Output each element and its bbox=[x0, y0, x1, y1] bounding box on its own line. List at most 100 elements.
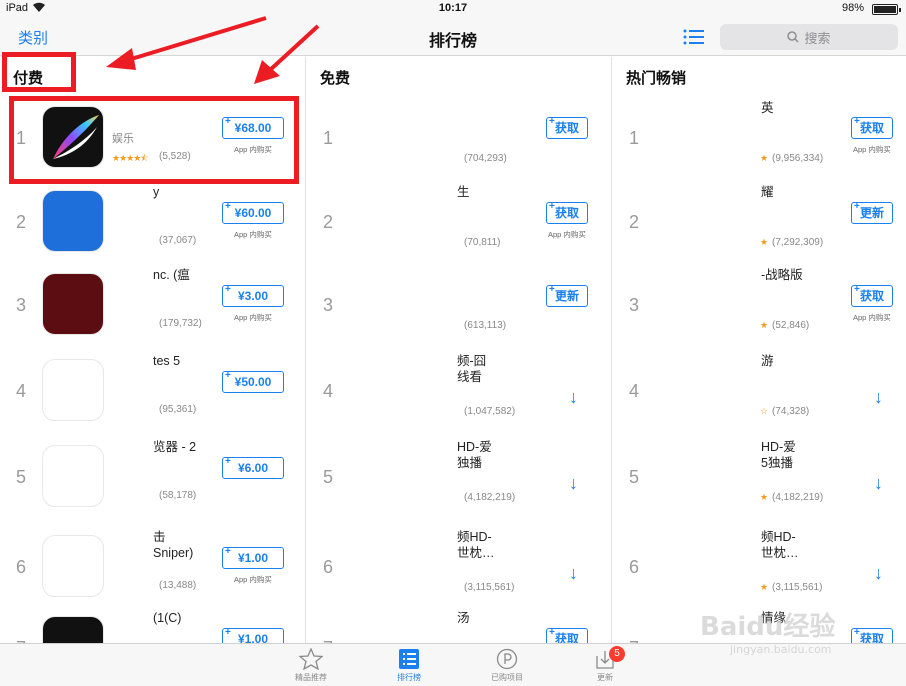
download-icon[interactable]: ↓ bbox=[874, 473, 883, 494]
clock: 10:17 bbox=[438, 2, 468, 14]
search-placeholder: 搜索 bbox=[804, 30, 831, 46]
rank-number: 5 bbox=[323, 467, 334, 487]
app-icon[interactable] bbox=[42, 535, 104, 597]
app-icon[interactable] bbox=[42, 445, 104, 507]
get-button[interactable]: + 更新 bbox=[546, 284, 588, 307]
get-button[interactable]: + 获取 bbox=[851, 627, 893, 643]
get-button[interactable]: + ¥60.00 bbox=[222, 201, 284, 224]
download-icon[interactable]: ↓ bbox=[569, 473, 578, 494]
chart-row[interactable]: 1 英 ★ (9,956,334) + 获取 App 内购买 bbox=[613, 95, 906, 181]
button-label: ¥1.00 bbox=[237, 551, 269, 565]
chart-row[interactable]: 6 频HD- 世枕… (3,115,561) ↓ bbox=[307, 524, 607, 610]
plus-icon: + bbox=[225, 546, 231, 557]
purchased-icon bbox=[496, 648, 518, 670]
plus-icon: + bbox=[854, 201, 860, 212]
chart-row[interactable]: 4 频-囧 线看 (1,047,582) ↓ bbox=[307, 348, 607, 434]
plus-icon: + bbox=[854, 284, 860, 295]
battery-percent: 98% bbox=[841, 2, 864, 14]
get-button[interactable]: + 获取 bbox=[546, 116, 588, 139]
button-label: ¥60.00 bbox=[234, 206, 272, 220]
tab-label: 排行榜 bbox=[397, 673, 421, 682]
get-button[interactable]: + 获取 bbox=[851, 284, 893, 307]
download-icon[interactable]: ↓ bbox=[569, 563, 578, 584]
column-divider bbox=[305, 57, 306, 643]
download-icon[interactable]: ↓ bbox=[569, 387, 578, 408]
chart-row[interactable]: 4 tes 5 (95,361) + ¥50.00 bbox=[0, 348, 305, 434]
chart-row[interactable]: 3 nc. (瘟 (179,732) + ¥3.00 App 内购买 bbox=[0, 262, 305, 348]
app-name: 频-囧 线看 bbox=[457, 354, 487, 384]
in-app-purchase-label: App 内购买 bbox=[853, 145, 891, 154]
chart-row[interactable]: 3 (613,113) + 更新 bbox=[307, 262, 607, 348]
app-name: 览器 - 2 bbox=[153, 440, 197, 454]
button-label: 获取 bbox=[554, 632, 579, 643]
button-label: 获取 bbox=[554, 121, 579, 135]
tab-purchased[interactable]: 已购项目 bbox=[472, 648, 542, 683]
rank-number: 4 bbox=[16, 381, 27, 401]
list-icon bbox=[399, 649, 419, 669]
button-label: ¥1.00 bbox=[237, 632, 269, 643]
chart-row[interactable]: 6 击 Sniper) (13,488) + ¥1.00 App 内购买 bbox=[0, 524, 305, 610]
in-app-purchase-label: App 内购买 bbox=[548, 230, 586, 239]
in-app-purchase-label: App 内购买 bbox=[853, 313, 891, 322]
button-label: 获取 bbox=[859, 632, 884, 643]
app-name: 英 bbox=[761, 101, 774, 115]
chart-row[interactable]: 1 娱乐 ★★★★⯪ (5,528) + ¥68.00 App 内购买 bbox=[0, 95, 305, 181]
chart-row[interactable]: 2 耀 ★ (7,292,309) + 更新 bbox=[613, 179, 906, 265]
chart-row[interactable]: 4 游 ☆ (74,328) ↓ bbox=[613, 348, 906, 434]
get-button[interactable]: + ¥1.00 bbox=[222, 546, 284, 569]
button-label: 获取 bbox=[859, 121, 884, 135]
tab-featured[interactable]: 精品推荐 bbox=[276, 648, 346, 683]
app-name: (1(C) bbox=[153, 611, 182, 625]
chart-row[interactable]: 1 (704,293) + 获取 bbox=[307, 95, 607, 181]
download-icon[interactable]: ↓ bbox=[874, 387, 883, 408]
rank-number: 2 bbox=[16, 212, 27, 232]
get-button[interactable]: + 获取 bbox=[851, 116, 893, 139]
app-icon[interactable] bbox=[42, 273, 104, 335]
chart-row[interactable]: 2 y (37,067) + ¥60.00 App 内购买 bbox=[0, 179, 305, 265]
chart-row[interactable]: 5 HD-爱 5独播 ★ (4,182,219) ↓ bbox=[613, 434, 906, 520]
get-button[interactable]: + ¥3.00 bbox=[222, 284, 284, 307]
review-count: (4,182,219) bbox=[464, 492, 516, 503]
chart-row[interactable]: 3 -战略版 ★ (52,846) + 获取 App 内购买 bbox=[613, 262, 906, 348]
review-count: (704,293) bbox=[464, 153, 507, 164]
app-icon[interactable] bbox=[42, 190, 104, 252]
get-button[interactable]: + 获取 bbox=[546, 627, 588, 643]
plus-icon: + bbox=[225, 284, 231, 295]
chart-row[interactable]: 5 HD-爱 独播 (4,182,219) ↓ bbox=[307, 434, 607, 520]
review-count: (9,956,334) bbox=[772, 153, 824, 164]
tab-updates[interactable]: 5 更新 bbox=[570, 646, 640, 683]
column-divider bbox=[611, 57, 612, 643]
list-view-icon[interactable] bbox=[683, 28, 705, 46]
rank-number: 6 bbox=[16, 557, 27, 577]
rank-number: 3 bbox=[16, 295, 27, 315]
in-app-purchase-label: App 内购买 bbox=[234, 145, 272, 154]
rank-number: 1 bbox=[16, 128, 27, 148]
chart-row[interactable]: 7(1(C)+¥1.00 bbox=[0, 605, 305, 643]
app-name: -战略版 bbox=[761, 268, 803, 282]
get-button[interactable]: + ¥68.00 bbox=[222, 116, 284, 139]
search-input[interactable]: 搜索 bbox=[720, 24, 898, 50]
app-icon[interactable] bbox=[42, 106, 104, 168]
chart-row[interactable]: 7汤+获取 bbox=[307, 605, 607, 643]
star-rating-icon: ★★★★⯪ bbox=[112, 153, 149, 163]
app-icon[interactable] bbox=[42, 359, 104, 421]
chart-row[interactable]: 5 览器 - 2 (58,178) + ¥6.00 bbox=[0, 434, 305, 520]
button-label: 更新 bbox=[859, 206, 884, 220]
download-icon[interactable]: ↓ bbox=[874, 563, 883, 584]
column-header: 免费 bbox=[320, 70, 351, 87]
app-name: y bbox=[153, 185, 160, 199]
app-icon[interactable] bbox=[42, 616, 104, 643]
get-button[interactable]: + ¥6.00 bbox=[222, 456, 284, 479]
chart-row[interactable]: 6 频HD- 世枕… ★ (3,115,561) ↓ bbox=[613, 524, 906, 610]
get-button[interactable]: + 更新 bbox=[851, 201, 893, 224]
chart-row[interactable]: 2 生 (70,811) + 获取 App 内购买 bbox=[307, 179, 607, 265]
rank-number: 3 bbox=[629, 295, 640, 315]
tab-charts[interactable]: 排行榜 bbox=[374, 648, 444, 683]
app-name: 汤 bbox=[457, 611, 470, 625]
app-name: 频HD- 世枕… bbox=[761, 530, 799, 560]
get-button[interactable]: + ¥1.00 bbox=[222, 627, 284, 643]
rank-number: 3 bbox=[323, 295, 334, 315]
get-button[interactable]: + 获取 bbox=[546, 201, 588, 224]
get-button[interactable]: + ¥50.00 bbox=[222, 370, 284, 393]
plus-icon: + bbox=[854, 627, 860, 638]
